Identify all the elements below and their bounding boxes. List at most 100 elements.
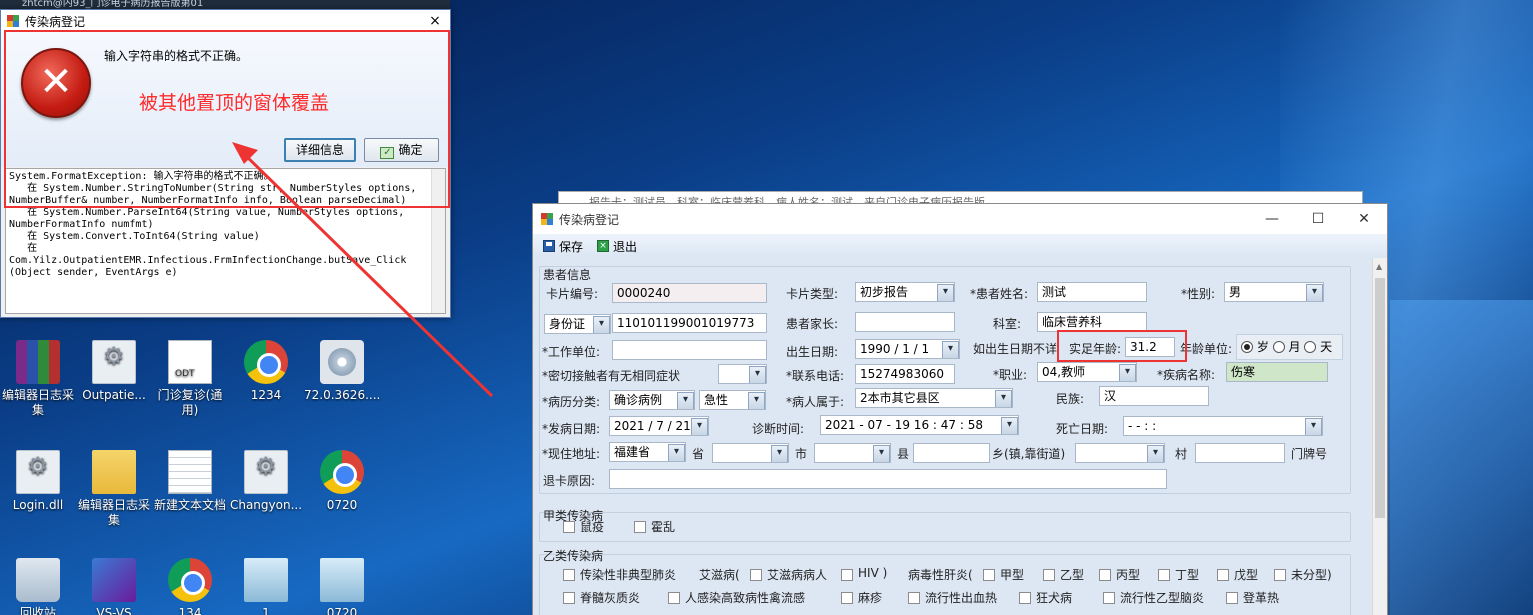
occupation-label: *职业: [993, 368, 1028, 382]
phone-field[interactable]: 15274983060 [855, 364, 955, 384]
desktop-icon-login-dll[interactable]: Login.dll [0, 450, 76, 513]
desktop-icon-changyong[interactable]: Changyon... [228, 450, 304, 513]
exit-button[interactable]: × 退出 [597, 238, 637, 255]
desktop-icon-recycle-bin[interactable]: 回收站 [0, 558, 76, 615]
hiv-checkbox[interactable] [841, 569, 853, 581]
county-select[interactable] [814, 443, 891, 463]
gender-select[interactable]: 男 [1224, 282, 1324, 302]
case-acuity-select[interactable]: 急性 [699, 390, 766, 410]
desktop-icon-new-text-doc[interactable]: 新建文本文档 [152, 450, 228, 513]
odt-file-icon [168, 340, 212, 384]
work-unit-field[interactable] [612, 340, 767, 360]
hepatitis-c-checkbox[interactable] [1099, 569, 1111, 581]
desktop-icon-chrome-0720[interactable]: 0720 [304, 450, 380, 513]
hepatitis-d-checkbox[interactable] [1158, 569, 1170, 581]
guardian-field[interactable] [855, 312, 955, 332]
save-label: 保存 [559, 239, 584, 254]
age-unit-month-radio[interactable] [1272, 341, 1285, 353]
close-contact-select[interactable] [718, 364, 767, 384]
diagnosis-time-picker[interactable]: 2021 - 07 - 19 16 : 47 : 58 [820, 415, 1019, 435]
scroll-thumb[interactable] [1375, 278, 1385, 518]
age-unit-day-radio[interactable] [1304, 341, 1317, 353]
death-date-picker[interactable]: - - : : [1123, 416, 1323, 436]
desktop-icon-label: 1234 [250, 388, 282, 402]
plague-label: 鼠疫 [580, 520, 605, 534]
gear-file-icon [16, 450, 60, 494]
japanese-encephalitis-checkbox[interactable] [1103, 592, 1115, 604]
hepatitis-untyped-checkbox[interactable] [1274, 569, 1286, 581]
desktop-icon-outpatient[interactable]: Outpatie... [76, 340, 152, 403]
desktop-icon-chrome-1234[interactable]: 1234 [228, 340, 304, 403]
exit-icon: × [597, 240, 610, 252]
birth-date-picker[interactable]: 1990 / 1 / 1 [855, 339, 960, 359]
card-no-label: 卡片编号: [546, 287, 599, 301]
hepatitis-c-label: 丙型 [1116, 568, 1141, 582]
city-select[interactable] [712, 443, 789, 463]
department-field[interactable]: 临床营养科 [1037, 312, 1147, 332]
hepatitis-b-checkbox[interactable] [1043, 569, 1055, 581]
case-class-select[interactable]: 确诊病例 [609, 390, 695, 410]
measles-checkbox[interactable] [841, 592, 853, 604]
window-titlebar[interactable]: 传染病登记 — ☐ ✕ [533, 204, 1387, 234]
desktop-icon-followup-odt[interactable]: 门诊复诊(通用) [152, 340, 228, 418]
desktop-icon-label: 0720 [326, 498, 358, 512]
belongs-to-select[interactable]: 2本市其它县区 [855, 388, 1013, 408]
return-reason-field[interactable] [609, 469, 1167, 489]
work-unit-label: *工作单位: [542, 345, 601, 359]
desktop-icon-notepad-1[interactable]: 1 [228, 558, 304, 615]
id-number-field[interactable]: 110101199001019773 [612, 313, 767, 333]
occupation-select[interactable]: 04,教师 [1037, 362, 1137, 382]
toolbar: 保存 × 退出 [533, 234, 1387, 258]
disease-name-field[interactable]: 伤寒 [1226, 362, 1328, 382]
dengue-checkbox[interactable] [1226, 592, 1238, 604]
age-unit-label: 年龄单位: [1180, 342, 1233, 356]
rabies-checkbox[interactable] [1019, 592, 1031, 604]
polio-label: 脊髓灰质炎 [580, 591, 641, 605]
gear-file-icon [244, 450, 288, 494]
desktop-icon-label: VS-VS [96, 606, 132, 615]
vs-icon [92, 558, 136, 602]
onset-date-picker[interactable]: 2021 / 7 / 21 [609, 416, 709, 436]
desktop-icon-label: 新建文本文档 [153, 498, 226, 512]
hepatitis-a-checkbox[interactable] [983, 569, 995, 581]
desktop-icon-notepad-0720[interactable]: 0720 [304, 558, 380, 615]
age-unit-year-radio[interactable] [1241, 341, 1253, 353]
village-select[interactable] [1075, 443, 1165, 463]
aids-patient-checkbox[interactable] [750, 569, 762, 581]
maximize-button[interactable]: ☐ [1295, 211, 1341, 227]
avian-flu-checkbox[interactable] [668, 592, 680, 604]
desktop-icon-editor-log-folder[interactable]: 编辑器日志采集 [76, 450, 152, 528]
minimize-button[interactable]: — [1249, 211, 1295, 227]
province-select[interactable]: 福建省 [609, 442, 686, 462]
desktop-icon-installer[interactable]: 72.0.3626.... [304, 340, 380, 403]
desktop-icon-editor-log-archive[interactable]: 编辑器日志采集 [0, 340, 76, 418]
error-dialog-close-button[interactable]: × [420, 13, 450, 29]
vertical-scrollbar[interactable]: ▲ [1372, 258, 1387, 615]
sars-checkbox[interactable] [563, 569, 575, 581]
desktop-icon-vs[interactable]: VS-VS [76, 558, 152, 615]
desktop-icon-label: 回收站 [19, 606, 56, 615]
belongs-to-label: *病人属于: [786, 395, 845, 409]
notepad-icon [320, 558, 364, 602]
patient-name-field[interactable]: 测试 [1037, 282, 1147, 302]
cholera-checkbox[interactable] [634, 521, 646, 533]
hepatitis-e-checkbox[interactable] [1217, 569, 1229, 581]
close-button[interactable]: ✕ [1341, 211, 1387, 227]
hepatitis-group-label: 病毒性肝炎( [908, 568, 973, 582]
recycle-bin-icon [16, 558, 60, 602]
card-type-select[interactable]: 初步报告 [855, 282, 955, 302]
hemorrhagic-fever-checkbox[interactable] [908, 592, 920, 604]
card-no-field[interactable]: 0000240 [612, 283, 767, 303]
save-button[interactable]: 保存 [543, 238, 583, 255]
house-no-field[interactable] [1195, 443, 1285, 463]
folder-icon [92, 450, 136, 494]
error-dialog-titlebar[interactable]: 传染病登记 × [1, 10, 450, 32]
plague-checkbox[interactable] [563, 521, 575, 533]
desktop-icon-chrome-134[interactable]: 134 [152, 558, 228, 615]
id-type-select[interactable]: 身份证 [544, 314, 611, 334]
ethnicity-field[interactable]: 汉 [1099, 386, 1209, 406]
polio-checkbox[interactable] [563, 592, 575, 604]
township-field[interactable] [913, 443, 990, 463]
return-reason-label: 退卡原因: [543, 474, 596, 488]
desktop-icon-label: Outpatie... [82, 388, 146, 402]
